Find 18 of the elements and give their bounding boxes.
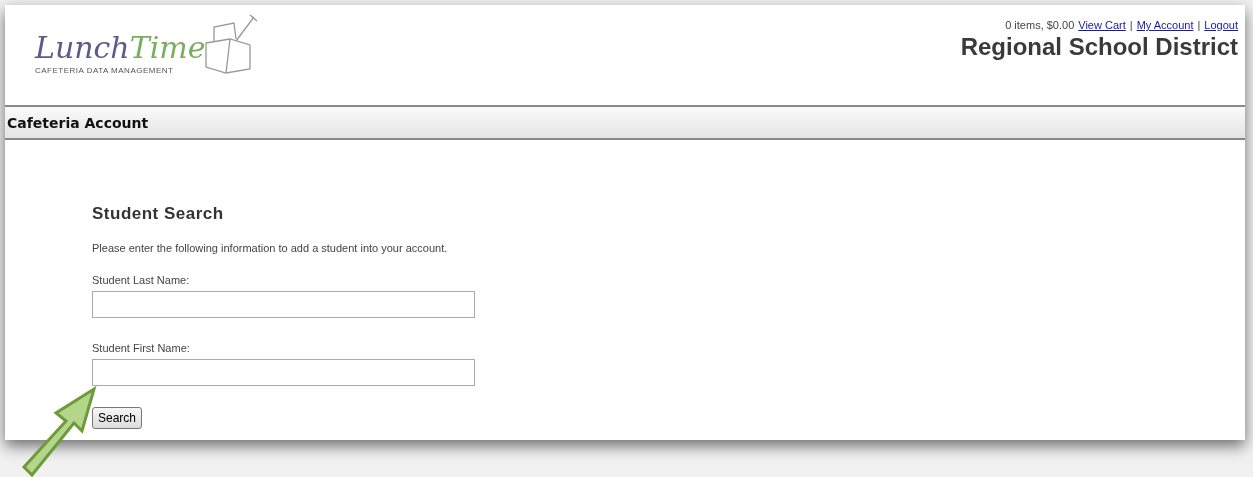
header-link[interactable]: My Account xyxy=(1136,19,1194,31)
logo-wordmark: LunchTime xyxy=(35,33,206,63)
form-intro: Please enter the following information to add a student into your account. xyxy=(92,242,448,254)
link-separator: | xyxy=(1197,19,1201,31)
form-title: Student Search xyxy=(92,204,224,224)
header-link[interactable]: View Cart xyxy=(1078,19,1126,31)
header-link[interactable]: Logout xyxy=(1204,19,1238,31)
field-label: Student First Name: xyxy=(92,342,190,354)
district-name: Regional School District xyxy=(960,33,1238,61)
name-input-field[interactable] xyxy=(92,291,475,318)
link-separator: | xyxy=(1129,19,1133,31)
arrow-icon xyxy=(20,385,98,477)
logo-tagline: CAFETERIA DATA MANAGEMENT xyxy=(35,66,175,75)
section-title: Cafeteria Account xyxy=(7,114,149,131)
name-input-field[interactable] xyxy=(92,359,475,386)
search-button[interactable]: Search xyxy=(92,407,143,429)
field-label: Student Last Name: xyxy=(92,274,190,286)
cart-summary: 0 items, $0.00 xyxy=(1005,19,1075,31)
